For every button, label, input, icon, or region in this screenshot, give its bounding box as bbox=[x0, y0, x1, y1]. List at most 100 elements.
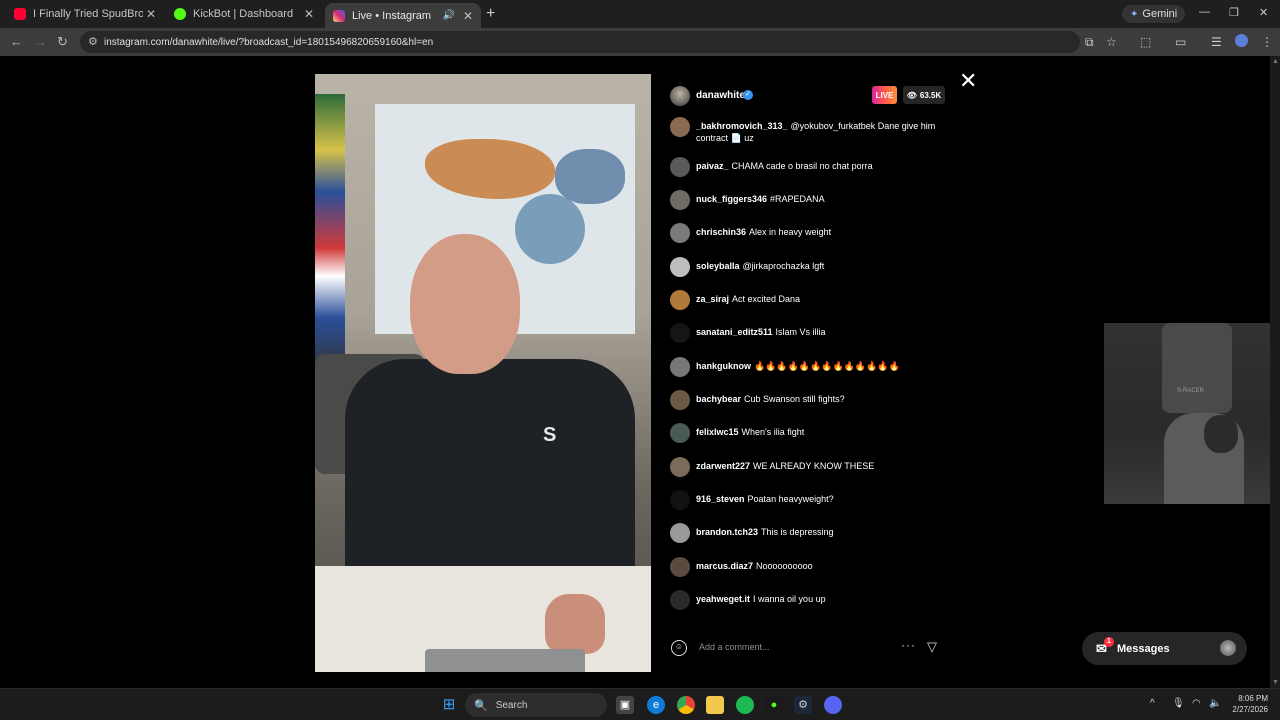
install-app-icon[interactable]: ⧉ bbox=[1085, 35, 1094, 50]
spotify-icon[interactable] bbox=[736, 696, 754, 714]
commenter-avatar[interactable] bbox=[670, 323, 690, 343]
steam-icon[interactable]: ⚙ bbox=[794, 696, 812, 714]
profile-avatar[interactable] bbox=[1235, 34, 1248, 47]
extensions-icon[interactable]: ⬚ bbox=[1140, 35, 1151, 49]
close-window-icon[interactable]: ✕ bbox=[1259, 6, 1268, 19]
commenter-avatar[interactable] bbox=[670, 157, 690, 177]
close-live-button[interactable]: ✕ bbox=[959, 70, 977, 92]
media-icon[interactable]: ☰ bbox=[1211, 35, 1222, 49]
speaker-icon[interactable]: 🔊 bbox=[442, 10, 454, 21]
comment-username[interactable]: zdarwent227 bbox=[696, 461, 750, 471]
live-comments-panel: danawhite ✓ LIVE 👁 63.5K _bakhromovich_3… bbox=[658, 74, 955, 672]
comment-username[interactable]: za_siraj bbox=[696, 294, 729, 304]
comment-username[interactable]: bachybear bbox=[696, 394, 741, 404]
commenter-avatar[interactable] bbox=[670, 457, 690, 477]
new-tab-button[interactable]: + bbox=[486, 5, 495, 23]
commenter-avatar[interactable] bbox=[670, 490, 690, 510]
tray-chevron-icon[interactable]: ^ bbox=[1150, 698, 1155, 709]
tab-kickbot[interactable]: KickBot | Dashboard ✕ bbox=[166, 3, 322, 25]
comment-username[interactable]: felixlwc15 bbox=[696, 427, 739, 437]
scroll-up-icon[interactable]: ▲ bbox=[1272, 58, 1279, 65]
comment-body: bachybear Cub Swanson still fights? bbox=[696, 393, 946, 405]
messages-button[interactable]: ✉ 1 Messages bbox=[1082, 632, 1247, 665]
live-video-stream[interactable]: S bbox=[315, 74, 651, 672]
scroll-down-icon[interactable]: ▼ bbox=[1272, 679, 1279, 686]
back-icon[interactable]: ← bbox=[10, 34, 23, 49]
site-settings-icon[interactable]: ⚙ bbox=[88, 35, 98, 48]
more-options-icon[interactable]: ··· bbox=[901, 638, 916, 652]
split-view-icon[interactable]: ▭ bbox=[1175, 35, 1186, 49]
forward-icon[interactable]: → bbox=[34, 34, 47, 49]
taskbar-clock[interactable]: 8:06 PM 2/27/2026 bbox=[1226, 693, 1268, 715]
commenter-avatar[interactable] bbox=[670, 557, 690, 577]
menu-kebab-icon[interactable]: ⋮ bbox=[1261, 35, 1273, 49]
minimize-icon[interactable]: — bbox=[1199, 6, 1210, 18]
video-map-region bbox=[555, 149, 625, 204]
instagram-icon bbox=[333, 9, 345, 22]
emoji-icon[interactable]: ☺ bbox=[671, 640, 687, 656]
comment-username[interactable]: paivaz_ bbox=[696, 161, 729, 171]
restore-icon[interactable]: ❐ bbox=[1229, 6, 1239, 19]
video-hand bbox=[545, 594, 605, 654]
tab-instagram-live[interactable]: Live • Instagram 🔊 ✕ bbox=[325, 3, 481, 28]
comment-username[interactable]: hankguknow bbox=[696, 361, 751, 371]
comment-username[interactable]: marcus.diaz7 bbox=[696, 561, 753, 571]
volume-icon[interactable]: 🔈 bbox=[1209, 698, 1221, 709]
comment-body: felixlwc15 When's ilia fight bbox=[696, 426, 946, 438]
bookmark-star-icon[interactable]: ☆ bbox=[1106, 35, 1117, 49]
host-avatar[interactable] bbox=[670, 86, 690, 106]
chrome-icon[interactable] bbox=[677, 696, 695, 714]
browser-tab-strip: I Finally Tried SpudBros In Lond ✕ KickB… bbox=[0, 0, 1280, 28]
wifi-icon[interactable]: ◠ bbox=[1192, 698, 1201, 709]
microphone-icon[interactable]: 🎙 bbox=[1172, 698, 1185, 709]
commenter-avatar[interactable] bbox=[670, 590, 690, 610]
close-tab-icon[interactable]: ✕ bbox=[304, 7, 314, 21]
gemini-button[interactable]: ✦ Gemini bbox=[1122, 5, 1186, 23]
tab-youtube[interactable]: I Finally Tried SpudBros In Lond ✕ bbox=[6, 3, 164, 25]
commenter-avatar[interactable] bbox=[670, 190, 690, 210]
video-laptop bbox=[425, 649, 585, 672]
comment-username[interactable]: soleyballa bbox=[696, 261, 740, 271]
verified-badge-icon: ✓ bbox=[743, 90, 753, 100]
comment-text: Cub Swanson still fights? bbox=[744, 394, 845, 404]
file-explorer-icon[interactable] bbox=[706, 696, 724, 714]
reload-icon[interactable]: ↻ bbox=[57, 34, 68, 50]
comment-text: This is depressing bbox=[761, 527, 834, 537]
messages-avatar bbox=[1220, 640, 1236, 656]
commenter-avatar[interactable] bbox=[670, 117, 690, 137]
commenter-avatar[interactable] bbox=[670, 390, 690, 410]
video-map-region bbox=[515, 194, 585, 264]
commenter-avatar[interactable] bbox=[670, 290, 690, 310]
commenter-avatar[interactable] bbox=[670, 257, 690, 277]
comment-username[interactable]: sanatani_editz511 bbox=[696, 327, 773, 337]
comment-text: WE ALREADY KNOW THESE bbox=[753, 461, 875, 471]
video-head bbox=[410, 234, 520, 374]
clock-time: 8:06 PM bbox=[1238, 694, 1268, 703]
comment-username[interactable]: chrischin36 bbox=[696, 227, 746, 237]
webcam-head bbox=[1204, 415, 1238, 453]
comment-username[interactable]: 916_steven bbox=[696, 494, 745, 504]
close-tab-icon[interactable]: ✕ bbox=[463, 9, 473, 23]
commenter-avatar[interactable] bbox=[670, 523, 690, 543]
close-tab-icon[interactable]: ✕ bbox=[146, 7, 156, 21]
commenter-avatar[interactable] bbox=[670, 223, 690, 243]
send-icon[interactable]: ▽ bbox=[927, 639, 937, 655]
commenter-avatar[interactable] bbox=[670, 357, 690, 377]
task-view-icon[interactable]: ▣ bbox=[616, 696, 634, 714]
comment-username[interactable]: nuck_figgers346 bbox=[696, 194, 767, 204]
comment-body: hankguknow 🔥🔥🔥🔥🔥🔥🔥🔥🔥🔥🔥🔥🔥 bbox=[696, 360, 946, 372]
url-bar[interactable]: ⚙ instagram.com/danawhite/live/?broadcas… bbox=[80, 31, 1080, 53]
page-scrollbar[interactable]: ▲ ▼ bbox=[1270, 56, 1280, 688]
comment-username[interactable]: yeahweget.it bbox=[696, 594, 750, 604]
edge-icon[interactable]: e bbox=[647, 696, 665, 714]
kick-app-icon[interactable]: ● bbox=[765, 696, 783, 714]
comment-text: I wanna oil you up bbox=[753, 594, 826, 604]
comment-input[interactable] bbox=[699, 638, 889, 656]
comment-username[interactable]: _bakhromovich_313_ bbox=[696, 121, 788, 131]
comment-username[interactable]: brandon.tch23 bbox=[696, 527, 758, 537]
discord-icon[interactable] bbox=[824, 696, 842, 714]
windows-start-icon[interactable]: ⊞ bbox=[440, 696, 458, 714]
taskbar-search[interactable]: 🔍 Search bbox=[465, 693, 607, 717]
host-username[interactable]: danawhite bbox=[696, 90, 745, 101]
commenter-avatar[interactable] bbox=[670, 423, 690, 443]
